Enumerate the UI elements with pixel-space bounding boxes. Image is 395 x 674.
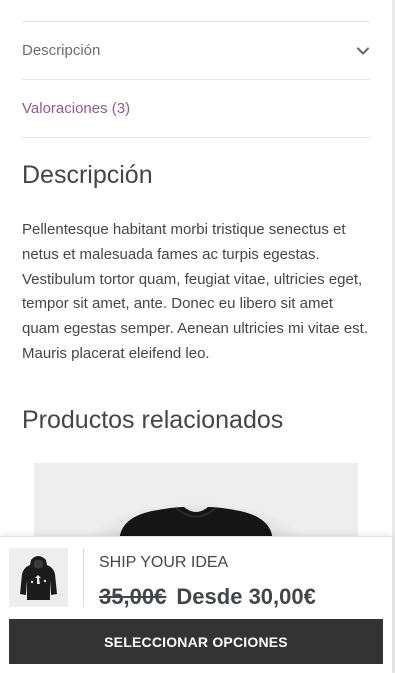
chevron-down-icon xyxy=(356,46,370,55)
tab-description-label: Descripción xyxy=(22,42,101,59)
tab-reviews[interactable]: Valoraciones (3) xyxy=(22,80,370,137)
description-title: Descripción xyxy=(22,161,153,189)
product-details: Descripción Valoraciones (3) Descripción… xyxy=(22,0,370,573)
sticky-product-name: SHIP YOUR IDEA xyxy=(99,554,229,571)
divider xyxy=(22,137,370,138)
description-text: Pellentesque habitant morbi tristique se… xyxy=(22,221,369,362)
divider xyxy=(83,549,84,607)
hoodie-thumbnail-icon xyxy=(20,556,57,600)
product-thumbnail xyxy=(9,548,68,607)
tab-description[interactable]: Descripción xyxy=(22,22,370,79)
current-price: Desde 30,00€ xyxy=(176,584,316,609)
sticky-add-to-cart: SHIP YOUR IDEA 35,00€ Desde 30,00€ SELEC… xyxy=(0,536,392,674)
tab-reviews-label: Valoraciones (3) xyxy=(22,100,131,117)
sticky-product-price: 35,00€ Desde 30,00€ xyxy=(99,584,316,610)
select-options-button[interactable]: SELECCIONAR OPCIONES xyxy=(9,619,383,664)
old-price: 35,00€ xyxy=(99,584,167,609)
related-products-title: Productos relacionados xyxy=(22,406,284,434)
